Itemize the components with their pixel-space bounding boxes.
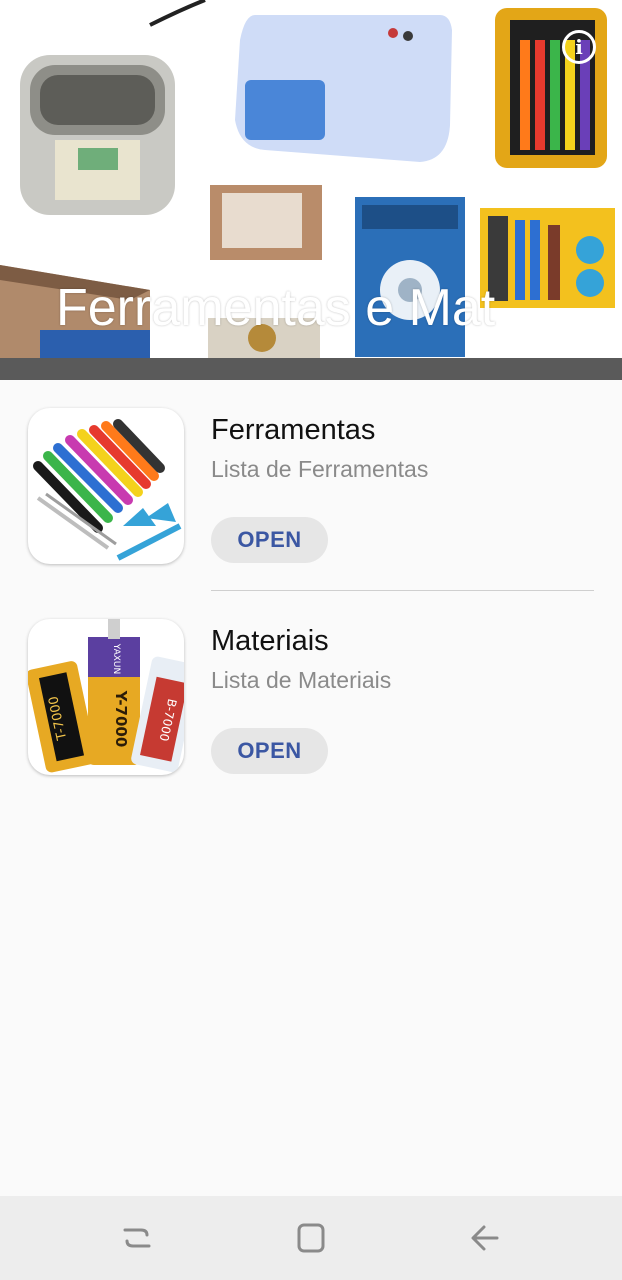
screwdriver-set-icon (28, 408, 184, 564)
recent-apps-icon[interactable] (115, 1216, 159, 1260)
info-glyph: i (575, 35, 583, 59)
system-navigation-bar (0, 1196, 622, 1280)
home-icon[interactable] (289, 1216, 333, 1260)
back-arrow-icon[interactable] (463, 1216, 507, 1260)
list-item-materiais[interactable]: T-7000 YAXUN Y-7000 B-7000 Materiais Lis… (0, 591, 622, 801)
item-subtitle: Lista de Ferramentas (211, 456, 429, 482)
ultrasonic-cleaner-image (20, 55, 175, 215)
open-button[interactable]: OPEN (211, 517, 328, 563)
item-subtitle: Lista de Materiais (211, 667, 392, 693)
glue-tubes-icon: T-7000 YAXUN Y-7000 B-7000 (28, 619, 184, 775)
page-title: Ferramentas e Mat (56, 279, 496, 337)
info-icon[interactable]: i (562, 30, 596, 64)
item-title: Ferramentas (211, 414, 376, 446)
list-item-ferramentas[interactable]: Ferramentas Lista de Ferramentas OPEN (0, 380, 622, 591)
item-title: Materiais (211, 625, 329, 657)
screwdriver-case-image (495, 8, 607, 168)
brand-label: YAXUN (111, 643, 121, 674)
open-button[interactable]: OPEN (211, 728, 328, 774)
header-shadow-strip (0, 358, 622, 380)
header-banner: Ferramentas e Mat i (0, 0, 622, 380)
tube-label-y7000: Y-7000 (112, 690, 130, 748)
uv-lamp-image (235, 15, 452, 162)
